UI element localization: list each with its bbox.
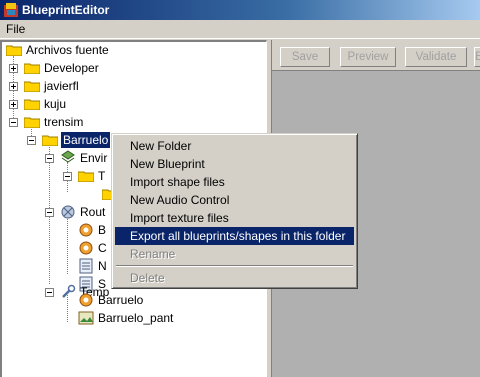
validate-button[interactable]: Validate <box>405 47 467 67</box>
menu-item-export-all[interactable]: Export all blueprints/shapes in this fol… <box>115 227 354 245</box>
folder-icon <box>24 99 40 110</box>
save-button[interactable]: Save <box>280 47 330 67</box>
menu-item-import-shape[interactable]: Import shape files <box>115 173 354 191</box>
extra-button[interactable]: E <box>474 47 480 67</box>
collapse-icon[interactable] <box>63 172 72 181</box>
context-menu: New Folder New Blueprint Import shape fi… <box>111 133 358 289</box>
preview-button[interactable]: Preview <box>340 47 396 67</box>
menu-item-import-texture[interactable]: Import texture files <box>115 209 354 227</box>
menu-item-new-folder[interactable]: New Folder <box>115 137 354 155</box>
tree-label: javierfl <box>44 79 79 93</box>
menu-item-new-blueprint[interactable]: New Blueprint <box>115 155 354 173</box>
tree-label-selected: Barruelo <box>61 132 111 148</box>
tree-label: N <box>98 259 107 273</box>
collapse-icon[interactable] <box>45 154 54 163</box>
collapse-icon[interactable] <box>45 208 54 217</box>
folder-icon <box>78 171 94 182</box>
environment-icon <box>61 150 75 163</box>
tree-label: T <box>98 169 106 183</box>
menu-bar: File <box>0 20 480 39</box>
tree-label: Archivos fuente <box>26 43 109 57</box>
collapse-icon[interactable] <box>45 288 54 297</box>
expand-icon[interactable] <box>9 64 18 73</box>
collapse-icon[interactable] <box>27 136 36 145</box>
tree-label: kuju <box>44 97 67 111</box>
menu-separator <box>116 265 353 267</box>
folder-icon <box>42 135 58 146</box>
collapse-icon[interactable] <box>9 118 18 127</box>
window-title: BlueprintEditor <box>22 3 110 17</box>
menu-item-new-audio[interactable]: New Audio Control <box>115 191 354 209</box>
menu-item-delete: Delete <box>130 271 165 285</box>
expand-icon[interactable] <box>9 82 18 91</box>
menu-file[interactable]: File <box>6 22 25 36</box>
tree-label: Barruelo <box>98 293 144 307</box>
gear-icon <box>79 241 93 255</box>
wrench-icon <box>62 284 76 298</box>
tree-label: Developer <box>44 61 99 75</box>
document-icon <box>79 258 93 274</box>
tree-label: trensim <box>44 115 84 129</box>
menu-item-rename: Rename <box>130 247 176 261</box>
app-icon <box>4 3 18 17</box>
folder-icon <box>24 63 40 74</box>
tree-label: B <box>98 223 107 237</box>
tree-label: C <box>98 241 107 255</box>
title-bar: BlueprintEditor <box>0 0 480 20</box>
tree-label: Rout <box>80 205 106 219</box>
tree-label: Barruelo_pant <box>98 311 174 325</box>
folder-icon <box>24 117 40 128</box>
gear-icon <box>79 293 93 307</box>
tree-guide <box>67 212 68 274</box>
expand-icon[interactable] <box>9 100 18 109</box>
tree-label: Envir <box>80 151 108 165</box>
gear-icon <box>79 223 93 237</box>
image-icon <box>78 311 94 325</box>
folder-icon <box>6 45 22 56</box>
routes-icon <box>61 205 75 219</box>
folder-icon <box>24 81 40 92</box>
